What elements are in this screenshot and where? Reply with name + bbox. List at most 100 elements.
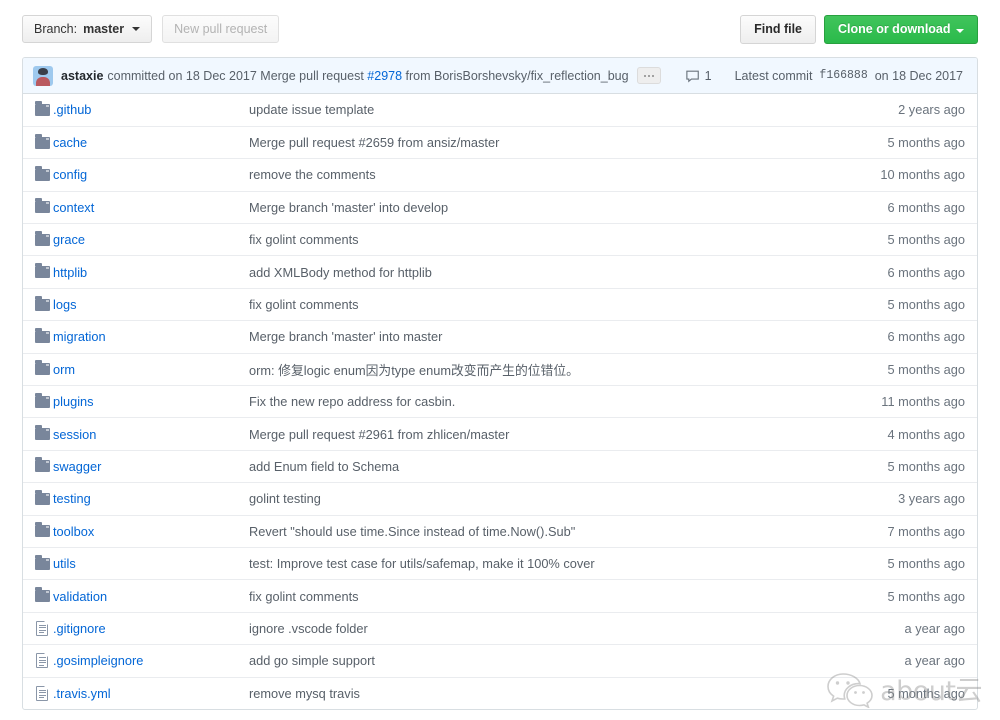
- commit-message[interactable]: remove the comments: [249, 167, 819, 182]
- file-name-link[interactable]: .travis.yml: [53, 686, 111, 701]
- folder-name-link[interactable]: toolbox: [53, 524, 94, 539]
- table-row[interactable]: swagger add Enum field to Schema 5 months …: [23, 450, 977, 482]
- folder-name-link[interactable]: cache: [53, 135, 87, 150]
- commit-message[interactable]: ignore .vscode folder: [249, 621, 819, 636]
- commit-author-link[interactable]: astaxie: [61, 69, 103, 83]
- folder-icon: [35, 587, 50, 603]
- file-name-link[interactable]: .gitignore: [53, 621, 106, 636]
- commit-message[interactable]: Merge pull request #2659 from ansiz/mast…: [249, 135, 819, 150]
- latest-commit-bar: astaxie committed on 18 Dec 2017 Merge p…: [23, 58, 977, 94]
- table-row[interactable]: cache Merge pull request #2659 from ansiz…: [23, 126, 977, 158]
- commit-age: 5 months ago: [887, 588, 965, 604]
- folder-name-link[interactable]: utils: [53, 556, 76, 571]
- commit-message[interactable]: Merge branch 'master' into master: [249, 329, 819, 344]
- commit-age: 5 months ago: [887, 458, 965, 474]
- table-row[interactable]: .gosimpleignore add go simple support a ye…: [23, 644, 977, 677]
- folder-icon: [35, 457, 50, 473]
- folder-name-link[interactable]: logs: [53, 297, 76, 312]
- latest-commit-meta: 1 Latest commit f166888 on 18 Dec 2017: [685, 68, 967, 83]
- commit-age: 5 months ago: [887, 361, 965, 377]
- chevron-down-icon: [956, 29, 964, 33]
- comment-count-value: 1: [704, 68, 712, 83]
- folder-icon: [35, 133, 50, 149]
- commit-message[interactable]: Merge branch 'master' into develop: [249, 200, 819, 215]
- table-row[interactable]: migration Merge branch 'master' into mast…: [23, 320, 977, 353]
- commit-message[interactable]: update issue template: [249, 102, 819, 117]
- commit-message[interactable]: Merge pull request #2961 from zhlicen/ma…: [249, 427, 819, 442]
- folder-name-link[interactable]: plugins: [53, 394, 94, 409]
- commit-date: on 18 Dec 2017: [874, 68, 963, 83]
- dot-icon: [651, 74, 654, 77]
- folder-icon: [35, 360, 50, 376]
- toolbar-left-group: Branch: master New pull request: [22, 15, 280, 43]
- find-file-button[interactable]: Find file: [740, 14, 817, 44]
- commit-message[interactable]: add XMLBody method for httplib: [249, 265, 819, 280]
- commit-message[interactable]: golint testing: [249, 491, 819, 506]
- new-pull-request-button[interactable]: New pull request: [162, 15, 280, 43]
- commit-age: 4 months ago: [887, 426, 965, 442]
- folder-name-link[interactable]: context: [53, 200, 94, 215]
- table-row[interactable]: plugins Fix the new repo address for casb…: [23, 385, 977, 418]
- folder-icon: [35, 263, 50, 279]
- commit-age: 5 months ago: [887, 135, 965, 151]
- commit-message[interactable]: fix golint comments: [249, 232, 819, 247]
- commit-age: 7 months ago: [887, 523, 965, 539]
- table-row[interactable]: context Merge branch 'master' into develo…: [23, 191, 977, 223]
- branch-name: master: [83, 21, 125, 36]
- folder-name-link[interactable]: .github: [53, 102, 91, 117]
- folder-name-link[interactable]: validation: [53, 589, 107, 604]
- repo-toolbar: Branch: master New pull request Find fil…: [0, 0, 1000, 58]
- commit-message[interactable]: add go simple support: [249, 653, 819, 668]
- table-row[interactable]: grace fix golint comments 5 months ago: [23, 223, 977, 256]
- latest-commit-label: Latest commit: [734, 68, 813, 83]
- folder-name-link[interactable]: testing: [53, 491, 91, 506]
- commit-age: 6 months ago: [887, 329, 965, 345]
- table-row[interactable]: httplib add XMLBody method for httplib 6 m…: [23, 255, 977, 288]
- table-row[interactable]: .gitignore ignore .vscode folder a year ag…: [23, 612, 977, 644]
- commit-message[interactable]: fix golint comments: [249, 589, 819, 604]
- commit-message-prefix: Merge pull request: [260, 68, 364, 83]
- file-icon: [36, 653, 48, 669]
- folder-name-link[interactable]: orm: [53, 362, 75, 377]
- commit-age: a year ago: [904, 620, 965, 636]
- clone-or-download-label: Clone or download: [838, 22, 951, 36]
- table-row[interactable]: logs fix golint comments 5 months ago: [23, 288, 977, 320]
- avatar: [33, 65, 53, 86]
- commit-summary: committed on 18 Dec 2017 Merge pull requ…: [107, 69, 628, 83]
- folder-name-link[interactable]: config: [53, 167, 87, 182]
- commit-hash[interactable]: f166888: [819, 69, 867, 82]
- commit-message[interactable]: test: Improve test case for utils/safema…: [249, 556, 819, 571]
- commit-message[interactable]: Fix the new repo address for casbin.: [249, 394, 819, 409]
- commit-message[interactable]: orm: 修复logic enum因为type enum改变而产生的位错位。: [249, 360, 819, 379]
- expand-commit-message-button[interactable]: [636, 67, 661, 84]
- folder-icon: [35, 522, 50, 538]
- commit-age: 10 months ago: [880, 167, 965, 183]
- branch-selector-button[interactable]: Branch: master: [22, 15, 153, 43]
- pull-request-number-link[interactable]: #2978: [367, 69, 402, 83]
- table-row[interactable]: toolbox Revert "should use time.Since ins…: [23, 515, 977, 547]
- table-row[interactable]: validation fix golint comments 5 months ag…: [23, 579, 977, 612]
- table-row[interactable]: utils test: Improve test case for utils/s…: [23, 547, 977, 579]
- commit-age: 6 months ago: [887, 199, 965, 215]
- folder-name-link[interactable]: httplib: [53, 265, 87, 280]
- table-row[interactable]: orm orm: 修复logic enum因为type enum改变而产生的位错位…: [23, 353, 977, 385]
- folder-icon: [35, 425, 50, 441]
- commit-message[interactable]: remove mysq travis: [249, 686, 819, 701]
- commit-message[interactable]: fix golint comments: [249, 297, 819, 312]
- commit-message[interactable]: add Enum field to Schema: [249, 459, 819, 474]
- commit-committed-text: committed on 18 Dec 2017: [107, 68, 257, 83]
- clone-or-download-button[interactable]: Clone or download: [824, 14, 978, 44]
- table-row[interactable]: .travis.yml remove mysq travis 5 months ag…: [23, 677, 977, 709]
- table-row[interactable]: .github update issue template 2 years ago: [23, 94, 977, 126]
- commit-comment-count[interactable]: 1: [685, 68, 712, 83]
- commit-message[interactable]: Revert "should use time.Since instead of…: [249, 524, 819, 539]
- folder-name-link[interactable]: swagger: [53, 459, 101, 474]
- table-row[interactable]: testing golint testing 3 years ago: [23, 482, 977, 515]
- folder-icon: [35, 392, 50, 408]
- table-row[interactable]: config remove the comments 10 months ago: [23, 158, 977, 191]
- table-row[interactable]: session Merge pull request #2961 from zhl…: [23, 417, 977, 450]
- folder-name-link[interactable]: migration: [53, 329, 106, 344]
- folder-name-link[interactable]: grace: [53, 232, 85, 247]
- folder-name-link[interactable]: session: [53, 427, 96, 442]
- file-name-link[interactable]: .gosimpleignore: [53, 653, 143, 668]
